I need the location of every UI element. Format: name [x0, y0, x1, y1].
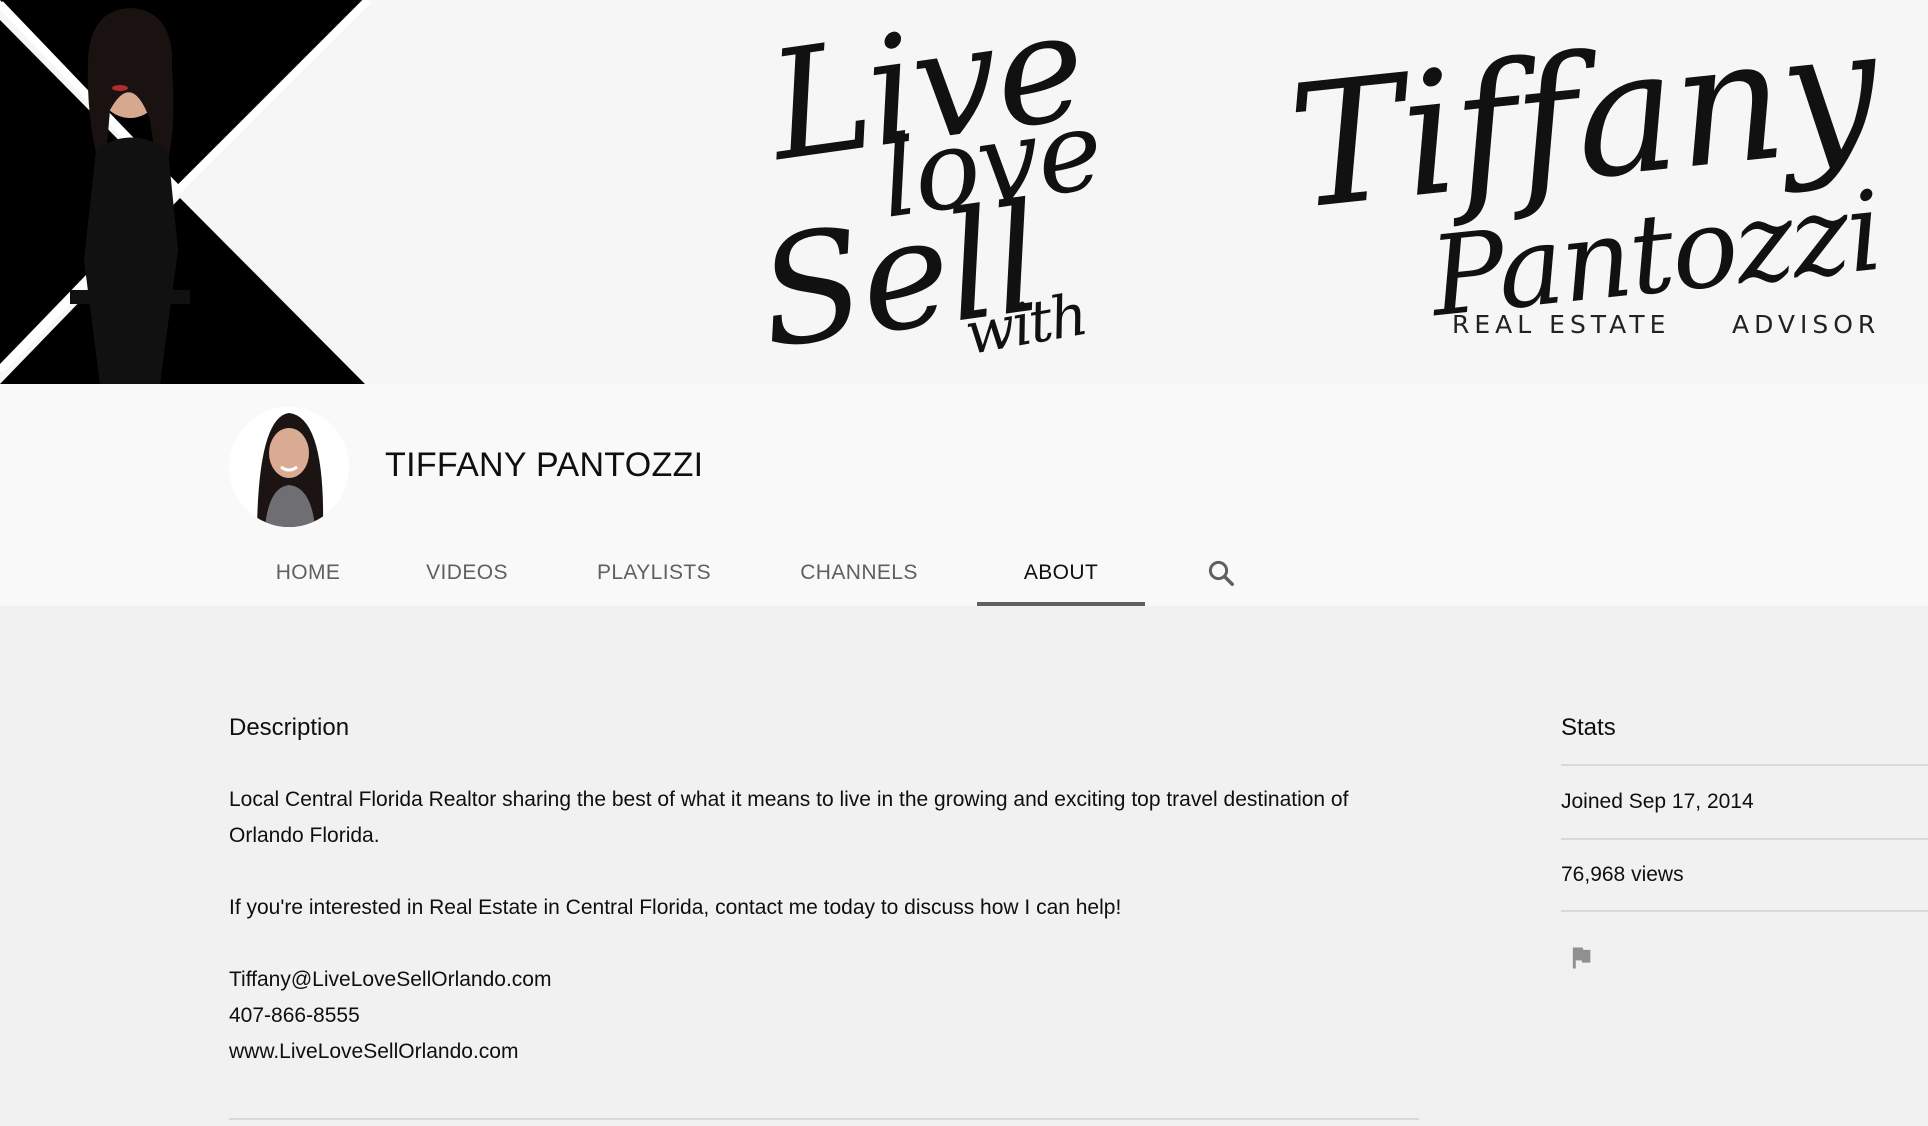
report-flag-button[interactable]: [1561, 938, 1601, 978]
channel-avatar[interactable]: [229, 407, 349, 527]
description-paragraph: Local Central Florida Realtor sharing th…: [229, 788, 1349, 847]
tab-videos[interactable]: VIDEOS: [375, 540, 559, 606]
stats-panel: Joined Sep 17, 2014 76,968 views: [1561, 764, 1928, 912]
channel-tabs: HOME VIDEOS PLAYLISTS CHANNELS ABOUT: [229, 540, 1261, 606]
description-heading: Description: [229, 714, 350, 741]
description-divider: [229, 1118, 1419, 1120]
tab-home[interactable]: HOME: [229, 540, 387, 606]
stat-views: 76,968 views: [1561, 838, 1928, 912]
description-phone: 407-866-8555: [229, 1004, 360, 1027]
avatar-image: [229, 407, 349, 527]
banner-person-image: [70, 8, 190, 384]
banner-subtitle-left: REAL ESTATE: [1452, 310, 1671, 339]
description-paragraph: If you're interested in Real Estate in C…: [229, 896, 1122, 919]
flag-icon: [1572, 947, 1591, 969]
tab-channels[interactable]: CHANNELS: [749, 540, 969, 606]
description-website: www.LiveLoveSellOrlando.com: [229, 1040, 519, 1063]
channel-name: TIFFANY PANTOZZI: [385, 446, 704, 484]
stats-heading: Stats: [1561, 714, 1616, 741]
stat-joined: Joined Sep 17, 2014: [1561, 764, 1928, 838]
description-email: Tiffany@LiveLoveSellOrlando.com: [229, 968, 552, 991]
channel-banner: Live love Sell with Tiffany Pantozzi REA…: [0, 0, 1928, 384]
search-icon: [1208, 560, 1234, 586]
tab-playlists[interactable]: PLAYLISTS: [551, 540, 757, 606]
channel-search-button[interactable]: [1181, 540, 1261, 606]
banner-subtitle-right: ADVISOR: [1732, 310, 1881, 339]
tab-about[interactable]: ABOUT: [977, 540, 1145, 606]
description-body: Local Central Florida Realtor sharing th…: [229, 782, 1419, 1070]
